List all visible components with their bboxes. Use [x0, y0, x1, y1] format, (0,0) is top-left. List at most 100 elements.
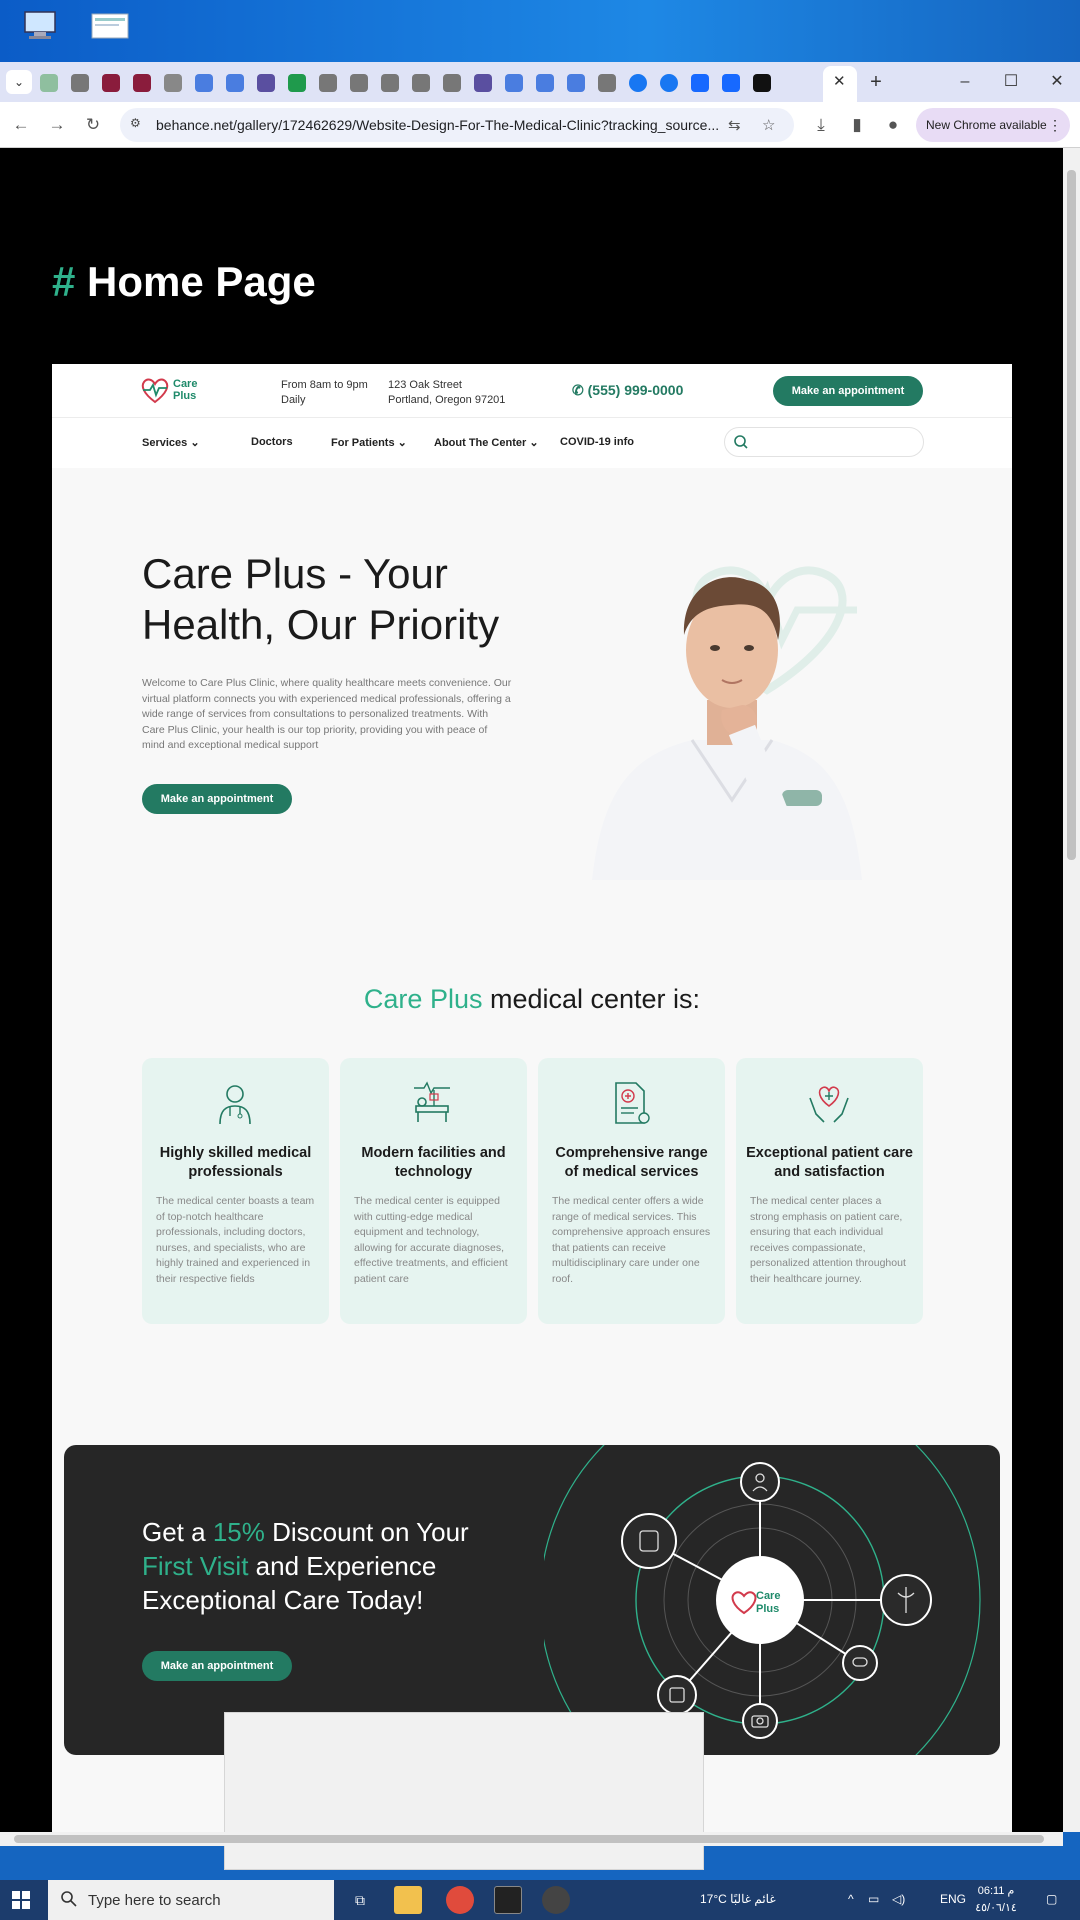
tab-favicon-icon[interactable]	[629, 74, 647, 92]
tab-favicon-icon[interactable]	[350, 74, 368, 92]
nav-doctors[interactable]: Doctors	[251, 436, 293, 448]
site-nav: Services ⌄ Doctors For Patients ⌄ About …	[52, 418, 1012, 468]
desktop-icon-this-pc[interactable]	[14, 8, 66, 56]
tab-favicon-icon[interactable]	[195, 74, 213, 92]
logo-text-plus: Plus	[173, 390, 197, 402]
nav-label: About The Center	[434, 437, 527, 449]
tab-favicon-icon[interactable]	[474, 74, 492, 92]
card-text: The medical center is equipped with cutt…	[354, 1195, 508, 1285]
promo-logo-care: Care	[756, 1590, 780, 1602]
terminal-icon[interactable]	[494, 1886, 522, 1914]
hero-description: Welcome to Care Plus Clinic, where quali…	[142, 677, 512, 751]
card-title: Exceptional patient care and satisfactio…	[746, 1145, 913, 1180]
notification-icon[interactable]: ▢	[1046, 1892, 1057, 1906]
tab-favicon-icon[interactable]	[133, 74, 151, 92]
download-icon[interactable]: ⤓	[810, 114, 832, 136]
close-window-button[interactable]: ✕	[1034, 62, 1080, 102]
tab-favicon-icon[interactable]	[164, 74, 182, 92]
tab-favicon-icon[interactable]	[691, 74, 709, 92]
scrollbar-thumb[interactable]	[14, 1835, 1044, 1843]
maximize-button[interactable]: ☐	[988, 62, 1034, 102]
new-tab-button[interactable]: +	[864, 66, 888, 98]
tab-favicon-icon[interactable]	[505, 74, 523, 92]
tab-favicon-icon[interactable]	[598, 74, 616, 92]
back-button[interactable]: ←	[10, 114, 32, 136]
title-rest: medical center is:	[482, 984, 701, 1014]
omnibox[interactable]: ⚙ behance.net/gallery/172462629/Website-…	[120, 108, 794, 142]
tab-favicon-icon[interactable]	[536, 74, 554, 92]
site-logo[interactable]: Care Plus	[140, 376, 197, 404]
tab-favicon-icon[interactable]	[660, 74, 678, 92]
bookmark-star-icon[interactable]: ☆	[762, 116, 775, 134]
tab-favicon-icon[interactable]	[753, 74, 771, 92]
forward-button[interactable]: →	[46, 114, 68, 136]
discount-banner: Get a 15% Discount on Your First Visit a…	[64, 1445, 1000, 1755]
profile-icon[interactable]: ●	[882, 114, 904, 136]
minimize-button[interactable]: –	[942, 62, 988, 102]
clock[interactable]: 06:11 م ٤٥/٠٦/١٤	[972, 1883, 1020, 1917]
phone-icon: ✆	[572, 382, 584, 398]
nav-services[interactable]: Services ⌄	[142, 436, 200, 449]
card-title: Highly skilled medical professionals	[159, 1145, 312, 1180]
tab-favicon-icon[interactable]	[443, 74, 461, 92]
site-search-input[interactable]	[724, 427, 924, 457]
computer-icon	[19, 8, 61, 44]
volume-icon[interactable]: ◁)	[892, 1892, 905, 1906]
tab-favicon-icon[interactable]	[381, 74, 399, 92]
search-icon	[734, 435, 748, 449]
language-indicator[interactable]: ENG	[940, 1892, 966, 1906]
tab-favicon-icon[interactable]	[412, 74, 430, 92]
tab-favicon-icon[interactable]	[71, 74, 89, 92]
windows-start-icon[interactable]	[12, 1891, 30, 1909]
tab-favicon-icon[interactable]	[319, 74, 337, 92]
taskbar-search-box[interactable]: Type here to search	[48, 1880, 334, 1920]
network-icon[interactable]: ▭	[868, 1892, 879, 1906]
site-info-icon[interactable]: ⚙	[130, 116, 146, 132]
phone-link[interactable]: ✆ (555) 999-0000	[572, 382, 683, 399]
nav-covid[interactable]: COVID-19 info	[560, 436, 634, 448]
file-explorer-icon[interactable]	[394, 1886, 422, 1914]
weather-widget[interactable]: 17°C غائم غالبًا	[700, 1892, 776, 1906]
url-text[interactable]: behance.net/gallery/172462629/Website-De…	[156, 117, 736, 133]
reload-button[interactable]: ↻	[82, 114, 104, 136]
promo-appointment-button[interactable]: Make an appointment	[142, 1651, 292, 1681]
hero-appointment-button[interactable]: Make an appointment	[142, 784, 292, 814]
active-tab[interactable]: ✕	[823, 66, 857, 102]
close-tab-icon[interactable]: ✕	[833, 72, 846, 90]
task-view-icon[interactable]: ⧉	[346, 1886, 374, 1914]
scrollbar-thumb[interactable]	[1067, 170, 1076, 860]
desktop-icon-screenshot[interactable]	[84, 8, 136, 56]
opening-hours: From 8am to 9pm Daily	[281, 378, 368, 408]
media-player-icon[interactable]	[542, 1886, 570, 1914]
tab-search-button[interactable]: ⌄	[6, 70, 32, 94]
tray-chevron-icon[interactable]: ^	[848, 1892, 854, 1906]
tab-favicon-icon[interactable]	[288, 74, 306, 92]
address-line: Portland, Oregon 97201	[388, 394, 506, 406]
tab-favicon-icon[interactable]	[567, 74, 585, 92]
tab-favicon-icon[interactable]	[226, 74, 244, 92]
header-appointment-button[interactable]: Make an appointment	[773, 376, 923, 406]
medical-report-icon	[615, 1082, 650, 1124]
feature-card: Modern facilities and technology The med…	[340, 1058, 527, 1324]
side-panel-icon[interactable]: ▮	[846, 114, 868, 136]
address: 123 Oak Street Portland, Oregon 97201	[388, 378, 505, 408]
hash-mark: #	[52, 258, 76, 305]
tab-favicon-icon[interactable]	[40, 74, 58, 92]
headline-part: Get a	[142, 1517, 213, 1547]
chrome-icon[interactable]	[446, 1886, 474, 1914]
tab-favicon-icon[interactable]	[102, 74, 120, 92]
card-title: Modern facilities and technology	[361, 1145, 506, 1180]
doctor-icon	[219, 1085, 251, 1125]
tab-favicon-icon[interactable]	[722, 74, 740, 92]
menu-kebab-icon[interactable]: ⋮	[1048, 108, 1062, 142]
tab-favicon-icon[interactable]	[257, 74, 275, 92]
vertical-scrollbar[interactable]	[1063, 148, 1080, 1832]
translate-icon[interactable]: ⇆	[728, 116, 741, 134]
horizontal-scrollbar[interactable]	[0, 1832, 1063, 1846]
search-placeholder: Type here to search	[88, 1892, 221, 1909]
nav-about[interactable]: About The Center ⌄	[434, 436, 539, 449]
new-chrome-available-button[interactable]: New Chrome available ⋮	[916, 108, 1070, 142]
nav-for-patients[interactable]: For Patients ⌄	[331, 436, 407, 449]
hours-line: Daily	[281, 394, 306, 406]
care-hands-icon	[809, 1086, 849, 1123]
